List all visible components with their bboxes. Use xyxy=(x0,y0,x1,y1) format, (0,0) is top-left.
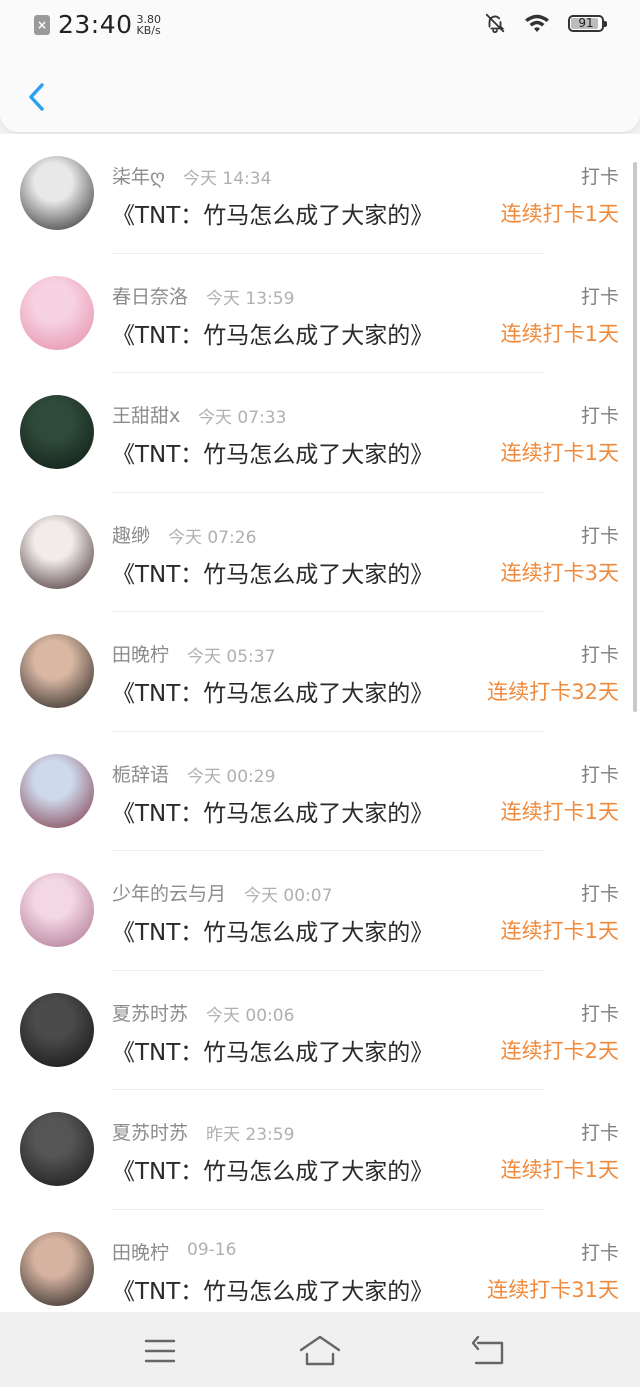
list-item[interactable]: 趣缈 今天 07:26 《TNT：竹马怎么成了大家的》 打卡连续打卡3天 xyxy=(0,493,640,612)
streak-text: 连续打卡1天 xyxy=(500,1158,619,1182)
checkin-label: 打卡 xyxy=(580,1122,619,1144)
checkin-time: 昨天 23:59 xyxy=(206,1125,295,1145)
network-speed-value: 3.80 xyxy=(136,12,162,26)
checkin-label: 打卡 xyxy=(580,166,619,188)
username[interactable]: 田晚柠 xyxy=(112,1238,169,1265)
book-title: 《TNT：竹马怎么成了大家的》 xyxy=(112,442,434,468)
home-button[interactable] xyxy=(298,1331,342,1371)
list-item[interactable]: 田晚柠 今天 05:37 《TNT：竹马怎么成了大家的》 打卡连续打卡32天 xyxy=(0,612,640,732)
checkin-label: 打卡 xyxy=(580,883,619,905)
bell-muted-icon xyxy=(485,13,505,34)
checkin-time: 今天 00:07 xyxy=(244,886,333,906)
avatar[interactable] xyxy=(20,753,94,828)
system-nav-bar xyxy=(0,1313,640,1387)
checkin-list: 柒年ღ 今天 14:34 《TNT：竹马怎么成了大家的》 打卡 连续打卡1天 春日奈洛 今天… xyxy=(0,134,640,1312)
avatar[interactable] xyxy=(20,1112,94,1186)
checkin-time: 今天 14:34 xyxy=(183,169,272,189)
list-item[interactable]: 少年的云与月 今天 00:07 《TNT：竹马怎么成了大家的》 打卡连续打卡1天 xyxy=(0,851,640,971)
list-item[interactable]: 夏苏时苏 今天 00:06 《TNT：竹马怎么成了大家的》 打卡连续打卡2天 xyxy=(0,971,640,1090)
avatar[interactable] xyxy=(20,1231,94,1306)
list-item[interactable]: 栀辞语 今天 00:29 《TNT：竹马怎么成了大家的》 打卡连续打卡1天 xyxy=(0,732,640,851)
checkin-label: 打卡 xyxy=(580,1241,619,1264)
streak-text: 连续打卡31天 xyxy=(487,1277,619,1302)
checkin-label: 打卡 xyxy=(580,524,619,547)
book-title: 《TNT：竹马怎么成了大家的》 xyxy=(112,1159,434,1185)
battery-level-text: 91 xyxy=(578,16,594,30)
list-item[interactable]: 田晚柠 09-16 《TNT：竹马怎么成了大家的》 打卡连续打卡31天 xyxy=(0,1210,640,1313)
username[interactable]: 王甜甜x xyxy=(112,401,180,428)
book-title: 《TNT：竹马怎么成了大家的》 xyxy=(112,681,434,707)
checkin-label: 打卡 xyxy=(580,285,619,308)
checkin-label: 打卡 xyxy=(580,763,619,786)
battery-indicator: 91 xyxy=(568,14,607,32)
book-title: 《TNT：竹马怎么成了大家的》 xyxy=(112,322,434,349)
checkin-time: 今天 00:29 xyxy=(187,766,276,787)
network-speed: 3.80 KB/s xyxy=(137,14,162,36)
no-sim-icon: × xyxy=(34,14,50,35)
streak-text: 连续打卡1天 xyxy=(500,441,619,465)
checkin-label: 打卡 xyxy=(580,644,619,666)
avatar[interactable] xyxy=(20,275,94,350)
list-item[interactable]: 王甜甜x 今天 07:33 《TNT：竹马怎么成了大家的》 打卡连续打卡1天 xyxy=(0,373,640,493)
username[interactable]: 夏苏时苏 xyxy=(112,1118,188,1145)
scrollbar[interactable] xyxy=(633,162,637,712)
streak-text: 连续打卡1天 xyxy=(500,202,619,226)
username[interactable]: 栀辞语 xyxy=(112,760,169,787)
checkin-time: 今天 00:06 xyxy=(206,1005,295,1026)
top-header xyxy=(0,52,640,132)
username[interactable]: 田晚柠 xyxy=(112,640,169,667)
return-button[interactable] xyxy=(466,1331,510,1371)
streak-text: 连续打卡1天 xyxy=(500,321,619,346)
menu-button[interactable] xyxy=(138,1331,182,1371)
home-icon xyxy=(299,1335,341,1366)
checkin-time: 今天 07:26 xyxy=(168,527,257,548)
checkin-time: 今天 07:33 xyxy=(198,408,287,428)
status-bar: × 23:40 3.80 KB/s 91 xyxy=(0,0,640,52)
avatar[interactable] xyxy=(20,395,94,469)
book-title: 《TNT：竹马怎么成了大家的》 xyxy=(112,203,434,229)
list-item[interactable]: 夏苏时苏 昨天 23:59 《TNT：竹马怎么成了大家的》 打卡连续打卡1天 xyxy=(0,1090,640,1210)
book-title: 《TNT：竹马怎么成了大家的》 xyxy=(112,1039,434,1066)
book-title: 《TNT：竹马怎么成了大家的》 xyxy=(112,800,434,827)
list-item[interactable]: 柒年ღ 今天 14:34 《TNT：竹马怎么成了大家的》 打卡连续打卡1天 xyxy=(0,134,640,254)
checkin-time: 09-16 xyxy=(187,1239,237,1260)
checkin-time: 今天 13:59 xyxy=(206,288,295,309)
streak-text: 连续打卡3天 xyxy=(500,560,619,585)
username[interactable]: 趣缈 xyxy=(112,521,150,548)
avatar[interactable] xyxy=(20,514,94,589)
wifi-icon xyxy=(525,14,549,32)
streak-text: 连续打卡1天 xyxy=(500,919,619,943)
avatar[interactable] xyxy=(20,873,94,947)
checkin-label: 打卡 xyxy=(580,405,619,427)
username[interactable]: 柒年ღ xyxy=(112,162,165,189)
network-speed-unit: KB/s xyxy=(136,23,161,37)
username[interactable]: 少年的云与月 xyxy=(112,879,226,906)
checkin-time: 今天 05:37 xyxy=(187,647,276,667)
status-time: 23:40 xyxy=(58,10,133,39)
checkin-label: 打卡 xyxy=(580,1002,619,1025)
return-icon xyxy=(471,1335,504,1365)
avatar[interactable] xyxy=(20,634,94,708)
book-title: 《TNT：竹马怎么成了大家的》 xyxy=(112,920,434,946)
avatar[interactable] xyxy=(20,156,94,230)
username[interactable]: 春日奈洛 xyxy=(112,282,188,309)
streak-text: 连续打卡2天 xyxy=(500,1038,619,1063)
back-button[interactable] xyxy=(18,72,58,122)
username[interactable]: 夏苏时苏 xyxy=(112,999,188,1026)
menu-icon xyxy=(144,1339,176,1363)
status-right: 91 xyxy=(484,12,607,34)
streak-text: 连续打卡1天 xyxy=(500,799,619,824)
book-title: 《TNT：竹马怎么成了大家的》 xyxy=(112,1278,434,1305)
list-item[interactable]: 春日奈洛 今天 13:59 《TNT：竹马怎么成了大家的》 打卡连续打卡1天 xyxy=(0,254,640,373)
streak-text: 连续打卡32天 xyxy=(487,680,619,704)
book-title: 《TNT：竹马怎么成了大家的》 xyxy=(112,561,434,588)
chevron-left-icon xyxy=(29,83,44,111)
avatar[interactable] xyxy=(20,992,94,1067)
status-left: × 23:40 3.80 KB/s xyxy=(34,10,161,39)
